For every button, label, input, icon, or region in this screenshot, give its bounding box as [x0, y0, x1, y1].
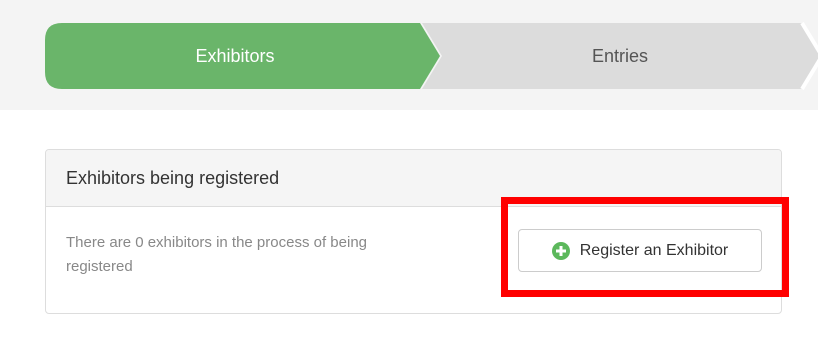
exhibitors-status-text: There are 0 exhibitors in the process of… — [66, 234, 368, 275]
progress-stepper: Exhibitors Entries — [0, 0, 818, 110]
step-exhibitors-label[interactable]: Exhibitors — [120, 43, 350, 69]
highlight-annotation-box — [501, 197, 789, 297]
step-entries-label[interactable]: Entries — [500, 43, 740, 69]
